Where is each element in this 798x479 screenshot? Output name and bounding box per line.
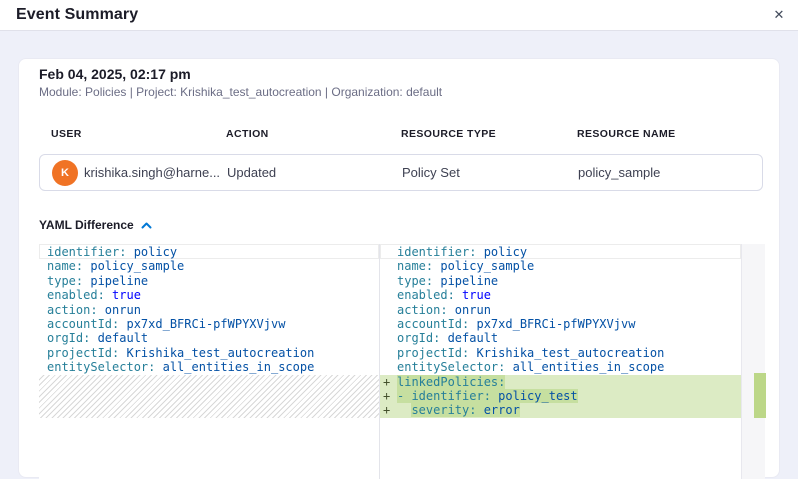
event-meta: Module: Policies | Project: Krishika_tes… [39,85,442,99]
insert-sign-icon: + [383,403,390,417]
diff-empty-placeholder [39,375,379,418]
code-line: enabled: true [380,288,741,302]
table-row[interactable]: K krishika.singh@harne... Updated Policy… [39,154,763,191]
row-resource-name: policy_sample [578,165,660,180]
code-line-added: + severity: error [380,403,741,417]
event-summary-card: Feb 04, 2025, 02:17 pm Module: Policies … [18,58,780,478]
code-line: action: onrun [380,303,741,317]
code-line: entitySelector: all_entities_in_scope [39,360,379,374]
code-line: name: policy_sample [39,259,379,273]
code-line: type: pipeline [39,274,379,288]
code-line: entitySelector: all_entities_in_scope [380,360,741,374]
yaml-difference-label: YAML Difference [39,218,134,232]
code-line: accountId: px7xd_BFRCi-pfWPYXVjvw [39,317,379,331]
row-user: krishika.singh@harne... [84,165,220,180]
yaml-diff-editor: identifier: policyname: policy_sampletyp… [39,244,765,479]
diff-modified-pane[interactable]: identifier: policyname: policy_sampletyp… [380,244,741,479]
dialog-header: Event Summary ✕ [0,0,798,31]
code-line: action: onrun [39,303,379,317]
code-line: orgId: default [380,331,741,345]
event-timestamp: Feb 04, 2025, 02:17 pm [39,66,191,82]
code-line: identifier: policy [380,245,741,259]
code-line: identifier: policy [39,245,379,259]
code-line: enabled: true [39,288,379,302]
insert-sign-icon: + [383,389,390,403]
page-title: Event Summary [16,6,138,24]
code-line: orgId: default [39,331,379,345]
insert-sign-icon: + [383,375,390,389]
column-header-resource-name: RESOURCE NAME [577,128,676,140]
code-line: accountId: px7xd_BFRCi-pfWPYXVjvw [380,317,741,331]
column-header-resource-type: RESOURCE TYPE [401,128,496,140]
diff-overview-ruler[interactable] [741,244,765,479]
code-line: projectId: Krishika_test_autocreation [39,346,379,360]
overview-ruler-insert-marker [754,373,766,418]
code-line: name: policy_sample [380,259,741,273]
column-header-action: ACTION [226,128,269,140]
row-resource-type: Policy Set [402,165,460,180]
code-line-added: +linkedPolicies: [380,375,741,389]
code-line: projectId: Krishika_test_autocreation [380,346,741,360]
avatar: K [52,160,78,186]
column-header-user: USER [51,128,82,140]
close-icon[interactable]: ✕ [768,4,790,26]
code-line: type: pipeline [380,274,741,288]
chevron-up-icon [141,222,152,229]
diff-original-pane[interactable]: identifier: policyname: policy_sampletyp… [39,244,379,479]
code-line-added: +- identifier: policy_test [380,389,741,403]
yaml-difference-toggle[interactable]: YAML Difference [39,217,152,233]
row-action: Updated [227,165,276,180]
